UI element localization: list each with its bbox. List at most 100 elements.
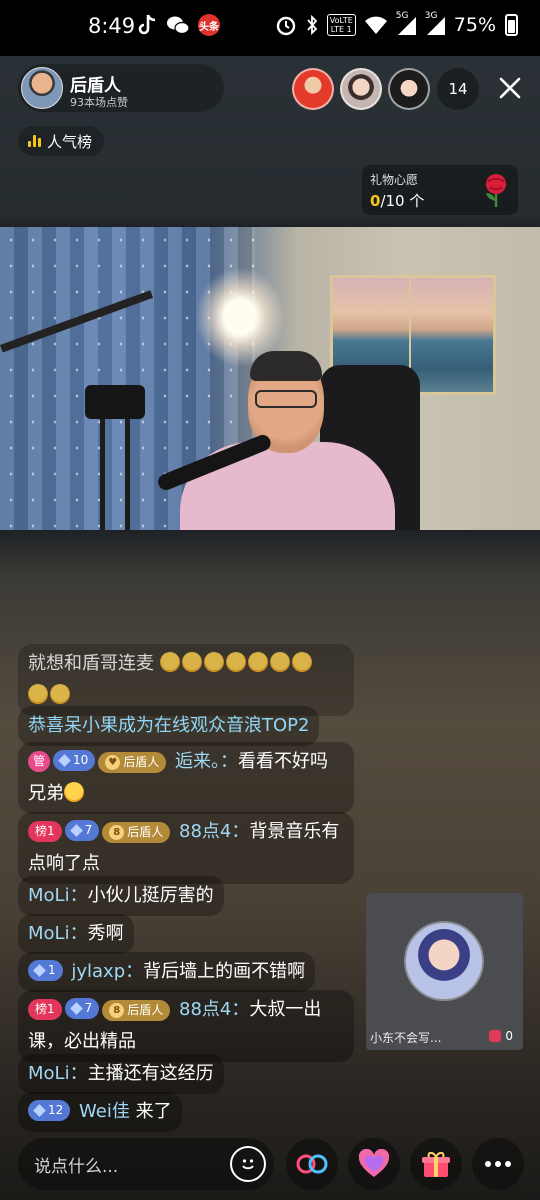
cry-emoji-icon [247, 652, 268, 672]
live-video[interactable] [0, 227, 540, 530]
chat-separator: ： [69, 1063, 88, 1084]
level-value: 12 [48, 1103, 64, 1117]
co-host-avatar [404, 921, 484, 1001]
live-room-screen: 8:49 头条 VoLTE LTE 1 5G 3G 75% 后盾人 93本场点赞… [0, 0, 540, 1200]
chat-text: 主播还有这经历 [87, 1063, 214, 1084]
admin-badge: 管 [28, 751, 50, 772]
viewer-avatar[interactable] [340, 68, 382, 110]
viewer-count[interactable]: 14 [437, 68, 479, 110]
signal-3g-label: 3G [424, 11, 438, 21]
level-value: 7 [84, 823, 93, 837]
rank-bars-icon [28, 135, 41, 147]
diamond-icon [69, 1002, 83, 1015]
chat-message[interactable]: 12 Wei佳 来了 [18, 1092, 182, 1132]
co-host-window[interactable]: 小东不会写... 0 [366, 893, 523, 1050]
cry-emoji-icon [181, 652, 202, 672]
chat-message[interactable]: MoLi：小伙儿挺厉害的 [18, 876, 224, 916]
chat-text: 小伙儿挺厉害的 [87, 885, 214, 906]
emoji-button[interactable] [230, 1146, 266, 1182]
gift-icon [422, 1151, 450, 1177]
signal-3g-icon: 3G [425, 12, 445, 38]
diamond-icon [33, 1104, 46, 1117]
chat-nickname[interactable]: 逅来。 [175, 751, 220, 772]
chat-message[interactable]: 榜1 7 8 后盾人 88点4：背景音乐有点响了点 [18, 812, 354, 884]
host-card[interactable]: 后盾人 93本场点赞 [18, 64, 224, 112]
viewer-avatar[interactable] [388, 68, 430, 110]
level-badge: 12 [28, 1100, 71, 1121]
chat-message[interactable]: MoLi：主播还有这经历 [18, 1054, 224, 1094]
popularity-rank-button[interactable]: 人气榜 [18, 126, 105, 156]
fan-level: 8 [109, 1003, 125, 1018]
chat-message[interactable]: 榜1 7 8 后盾人 88点4：大叔一出课，必出精品 [18, 990, 354, 1062]
chat-nickname[interactable]: MoLi [28, 885, 70, 906]
chat-separator: ： [231, 821, 250, 842]
chat-separator: ： [231, 999, 250, 1020]
wish-title: 礼物心愿 [370, 173, 419, 187]
status-time: 8:49 [88, 14, 136, 38]
level-badge: 7 [64, 998, 100, 1019]
gift-button[interactable] [410, 1138, 462, 1190]
chat-message[interactable]: 1 jylaxp：背后墙上的画不错啊 [18, 952, 316, 992]
signal-5g-icon: 5G [396, 12, 416, 38]
wish-current: 0 [370, 192, 381, 210]
camera [85, 385, 145, 419]
fan-club-button[interactable] [348, 1138, 400, 1190]
host-like-count: 93本场点赞 [70, 96, 128, 109]
diamond-icon [33, 964, 46, 977]
battery-percent: 75% [453, 14, 496, 36]
bottom-bar: 说点什么... [0, 1138, 540, 1200]
viewer-avatar[interactable] [292, 68, 334, 110]
signal-5g-label: 5G [395, 11, 409, 21]
host-name: 后盾人 [70, 76, 121, 96]
rank-badge: 榜1 [28, 821, 62, 842]
smile-icon [242, 1159, 254, 1170]
laugh-emoji-icon [64, 782, 84, 802]
streamer-hair [250, 351, 322, 381]
chat-message[interactable]: MoLi：秀啊 [18, 914, 134, 954]
close-icon [499, 77, 521, 99]
chat-separator: ： [220, 751, 239, 772]
toutiao-icon: 头条 [198, 14, 220, 36]
volte-top-label: VoLTE [329, 16, 353, 25]
level-value: 1 [48, 963, 56, 977]
fan-label: 后盾人 [123, 755, 160, 769]
link-mic-button[interactable] [286, 1138, 338, 1190]
cry-emoji-icon [269, 652, 290, 672]
level-value: 10 [73, 753, 89, 767]
cry-emoji-icon [203, 652, 224, 672]
fan-heart-icon: ♥ [105, 755, 121, 770]
volte-bottom-label: LTE 1 [330, 25, 352, 34]
like-badge-icon [489, 1030, 502, 1042]
wish-target: /10 个 [380, 192, 425, 210]
diamond-icon [69, 824, 83, 837]
fan-badge: 8 后盾人 [102, 1000, 171, 1021]
bluetooth-icon [306, 12, 318, 38]
cry-emoji-icon [291, 652, 312, 672]
chat-nickname[interactable]: 88点4 [179, 999, 231, 1020]
chat-nickname[interactable]: Wei佳 [79, 1101, 130, 1122]
cry-emoji-icon [50, 684, 70, 704]
chat-message[interactable]: 恭喜呆小果成为在线观众音浪TOP2 [18, 706, 320, 746]
co-host-likes: 0 [489, 1029, 513, 1043]
close-button[interactable] [492, 70, 528, 106]
chat-nickname[interactable]: 88点4 [179, 821, 231, 842]
diamond-icon [58, 754, 71, 767]
alarm-icon [275, 12, 297, 38]
host-avatar[interactable] [21, 67, 63, 109]
chat-nickname[interactable]: jylaxp [71, 961, 125, 982]
more-button[interactable] [472, 1138, 524, 1190]
fan-label: 后盾人 [127, 1003, 164, 1017]
rank-badge: 榜1 [28, 999, 62, 1020]
streamer-glasses [255, 390, 317, 408]
volte-icon: VoLTE LTE 1 [326, 14, 356, 36]
gift-wish-card[interactable]: 礼物心愿 0/10 个 [362, 165, 518, 215]
chat-nickname[interactable]: MoLi [28, 1063, 70, 1084]
comment-input[interactable]: 说点什么... [18, 1138, 274, 1190]
chat-nickname[interactable]: MoLi [28, 923, 70, 944]
cry-emoji-icon [28, 684, 48, 704]
chat-message[interactable]: 管 10 ♥ 后盾人 逅来。：看看不好吗兄弟 [18, 742, 354, 814]
chat-text: 就想和盾哥连麦 [28, 653, 154, 674]
level-badge: 10 [53, 750, 96, 771]
level-value: 7 [84, 1001, 93, 1015]
rank-label: 人气榜 [47, 132, 93, 151]
